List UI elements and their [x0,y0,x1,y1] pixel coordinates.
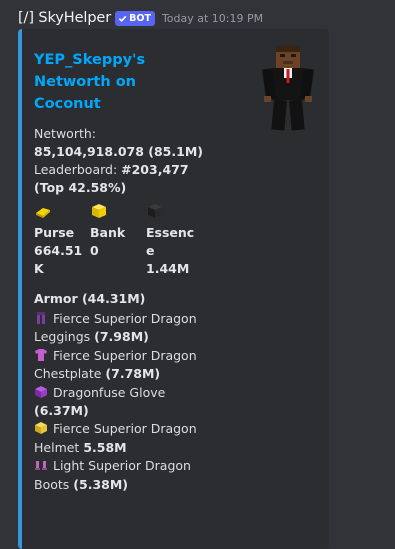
essence-field: Essence 1.44M [146,202,202,278]
networth-embed: YEP_Skeppy's Networth on Coconut Networt… [18,29,329,549]
message-header: [/] SkyHelper BOT Today at 10:19 PM [18,8,263,28]
armor-item-leggings: Fierce Superior Dragon Leggings (7.98M) [34,310,214,347]
bot-tag: BOT [115,10,155,26]
networth-value: 85,104,918.078 (85.1M) [34,144,203,159]
purse-field: Purse 664.51K [34,202,90,278]
leaderboard-top: (Top 42.58%) [34,180,127,195]
player-skin-thumbnail [262,46,314,131]
leaderboard-label: Leaderboard: [34,162,122,177]
purse-value: 664.51K [34,243,83,276]
armor-item-value: 5.58M [83,439,127,455]
bot-username[interactable]: [/] SkyHelper [18,10,111,26]
armor-item-value: (7.78M) [105,366,161,382]
bank-label: Bank [90,225,126,240]
essence-label: Essence [146,225,195,258]
helmet-icon [35,422,47,435]
armor-list: Fierce Superior Dragon Leggings (7.98M) … [34,310,214,494]
coal-block-icon [148,204,162,218]
essence-value: 1.44M [146,261,190,276]
glove-icon [35,385,47,398]
armor-item-chestplate: Fierce Superior Dragon Chestplate (7.78M… [34,347,214,384]
boots-icon [35,461,47,471]
armor-item-value: (5.38M) [73,476,128,492]
gold-ingot-icon [36,208,50,218]
bot-tag-label: BOT [129,12,151,24]
balance-fields: Purse 664.51K Bank 0 Essence 1.44M [34,202,202,278]
chestplate-icon [35,348,47,361]
verified-check-icon [118,15,127,22]
embed-title[interactable]: YEP_Skeppy's Networth on Coconut [34,49,234,115]
message-timestamp[interactable]: Today at 10:19 PM [162,12,263,25]
leaderboard-rank: #203,477 [121,162,189,177]
armor-item-value: (6.37M) [34,403,89,419]
bank-field: Bank 0 [90,202,146,278]
armor-item-value: (7.98M) [94,329,149,345]
networth-label: Networth: [34,126,96,141]
armor-item-helmet: Fierce Superior Dragon Helmet 5.58M [34,420,214,457]
networth-field: Networth: 85,104,918.078 (85.1M) Leaderb… [34,125,203,197]
purse-label: Purse [34,225,75,240]
armor-item-glove: Dragonfuse Glove (6.37M) [34,384,214,421]
armor-title: Armor (44.31M) [34,291,146,306]
bank-value: 0 [90,243,99,258]
leggings-icon [37,312,45,324]
gold-block-icon [92,204,106,218]
armor-item-name: Dragonfuse Glove [53,384,166,400]
armor-item-boots: Light Superior Dragon Boots (5.38M) [34,457,214,494]
